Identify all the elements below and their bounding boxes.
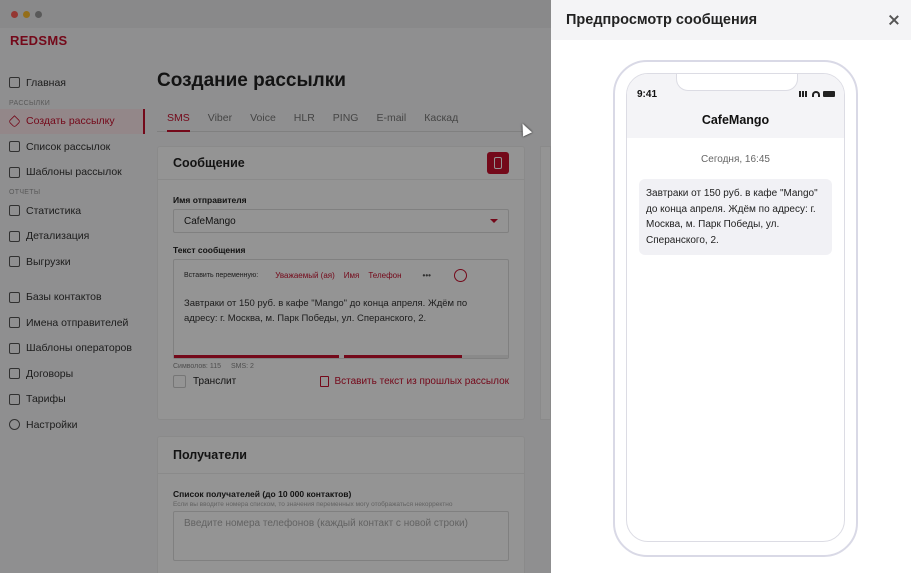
status-icons [799, 91, 835, 97]
sender-name: CafeMango [701, 113, 770, 127]
phone-header: 9:41 CafeMango [627, 74, 844, 138]
message-date: Сегодня, 16:45 [701, 154, 770, 165]
phone-notch [676, 74, 798, 91]
battery-icon [823, 91, 835, 97]
drawer-title: Предпросмотр сообщения [566, 12, 758, 28]
modal-backdrop[interactable] [0, 0, 551, 573]
signal-icon [799, 91, 809, 97]
close-icon[interactable] [887, 13, 901, 27]
phone-screen: 9:41 CafeMango Сегодня, 16:45 Завтраки о… [626, 73, 845, 542]
preview-drawer: Предпросмотр сообщения 9:41 CafeMango Се… [551, 0, 911, 573]
message-bubble: Завтраки от 150 руб. в кафе "Mango" до к… [639, 179, 832, 255]
phone-mockup: 9:41 CafeMango Сегодня, 16:45 Завтраки о… [613, 60, 858, 557]
wifi-icon [812, 91, 820, 97]
drawer-header: Предпросмотр сообщения [551, 0, 911, 40]
status-time: 9:41 [637, 89, 658, 100]
